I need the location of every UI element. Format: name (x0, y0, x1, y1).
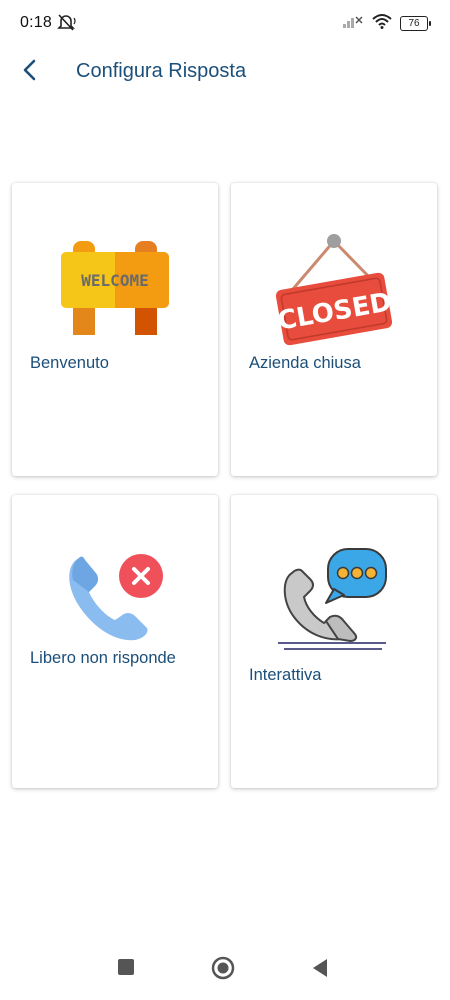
card-libero-non-risponde[interactable]: Libero non risponde (12, 495, 218, 788)
back-triangle-icon[interactable] (311, 958, 329, 983)
card-azienda-chiusa[interactable]: CLOSED Azienda chiusa (231, 183, 437, 476)
status-icons: 76 (342, 13, 431, 34)
phone-chat-icon (231, 545, 437, 657)
closed-sign-icon: CLOSED (231, 231, 437, 347)
home-circle-icon[interactable] (211, 956, 235, 985)
battery-icon: 76 (400, 16, 431, 31)
chevron-left-icon (20, 58, 40, 87)
welcome-sign-icon: WELCOME (12, 237, 218, 337)
wifi-icon (372, 13, 392, 34)
card-label-libero-non-risponde: Libero non risponde (30, 649, 176, 667)
card-label-azienda-chiusa: Azienda chiusa (249, 354, 361, 372)
recents-square-icon[interactable] (117, 958, 135, 981)
app-bar: Configura Risposta (0, 44, 450, 100)
phone-declined-icon (12, 550, 218, 644)
card-interattiva[interactable]: Interattiva (231, 495, 437, 788)
card-label-benvenuto: Benvenuto (30, 354, 109, 372)
system-nav-bar (0, 940, 450, 1000)
welcome-art-text: WELCOME (81, 271, 148, 290)
page-title: Configura Risposta (76, 60, 247, 82)
card-benvenuto[interactable]: WELCOME Benvenuto (12, 183, 218, 476)
muted-bell-icon (56, 13, 78, 36)
status-time: 0:18 (20, 14, 52, 31)
status-bar: 0:18 76 (0, 0, 450, 44)
signal-off-icon (342, 13, 364, 34)
card-label-interattiva: Interattiva (249, 666, 322, 684)
back-button[interactable] (12, 54, 48, 90)
